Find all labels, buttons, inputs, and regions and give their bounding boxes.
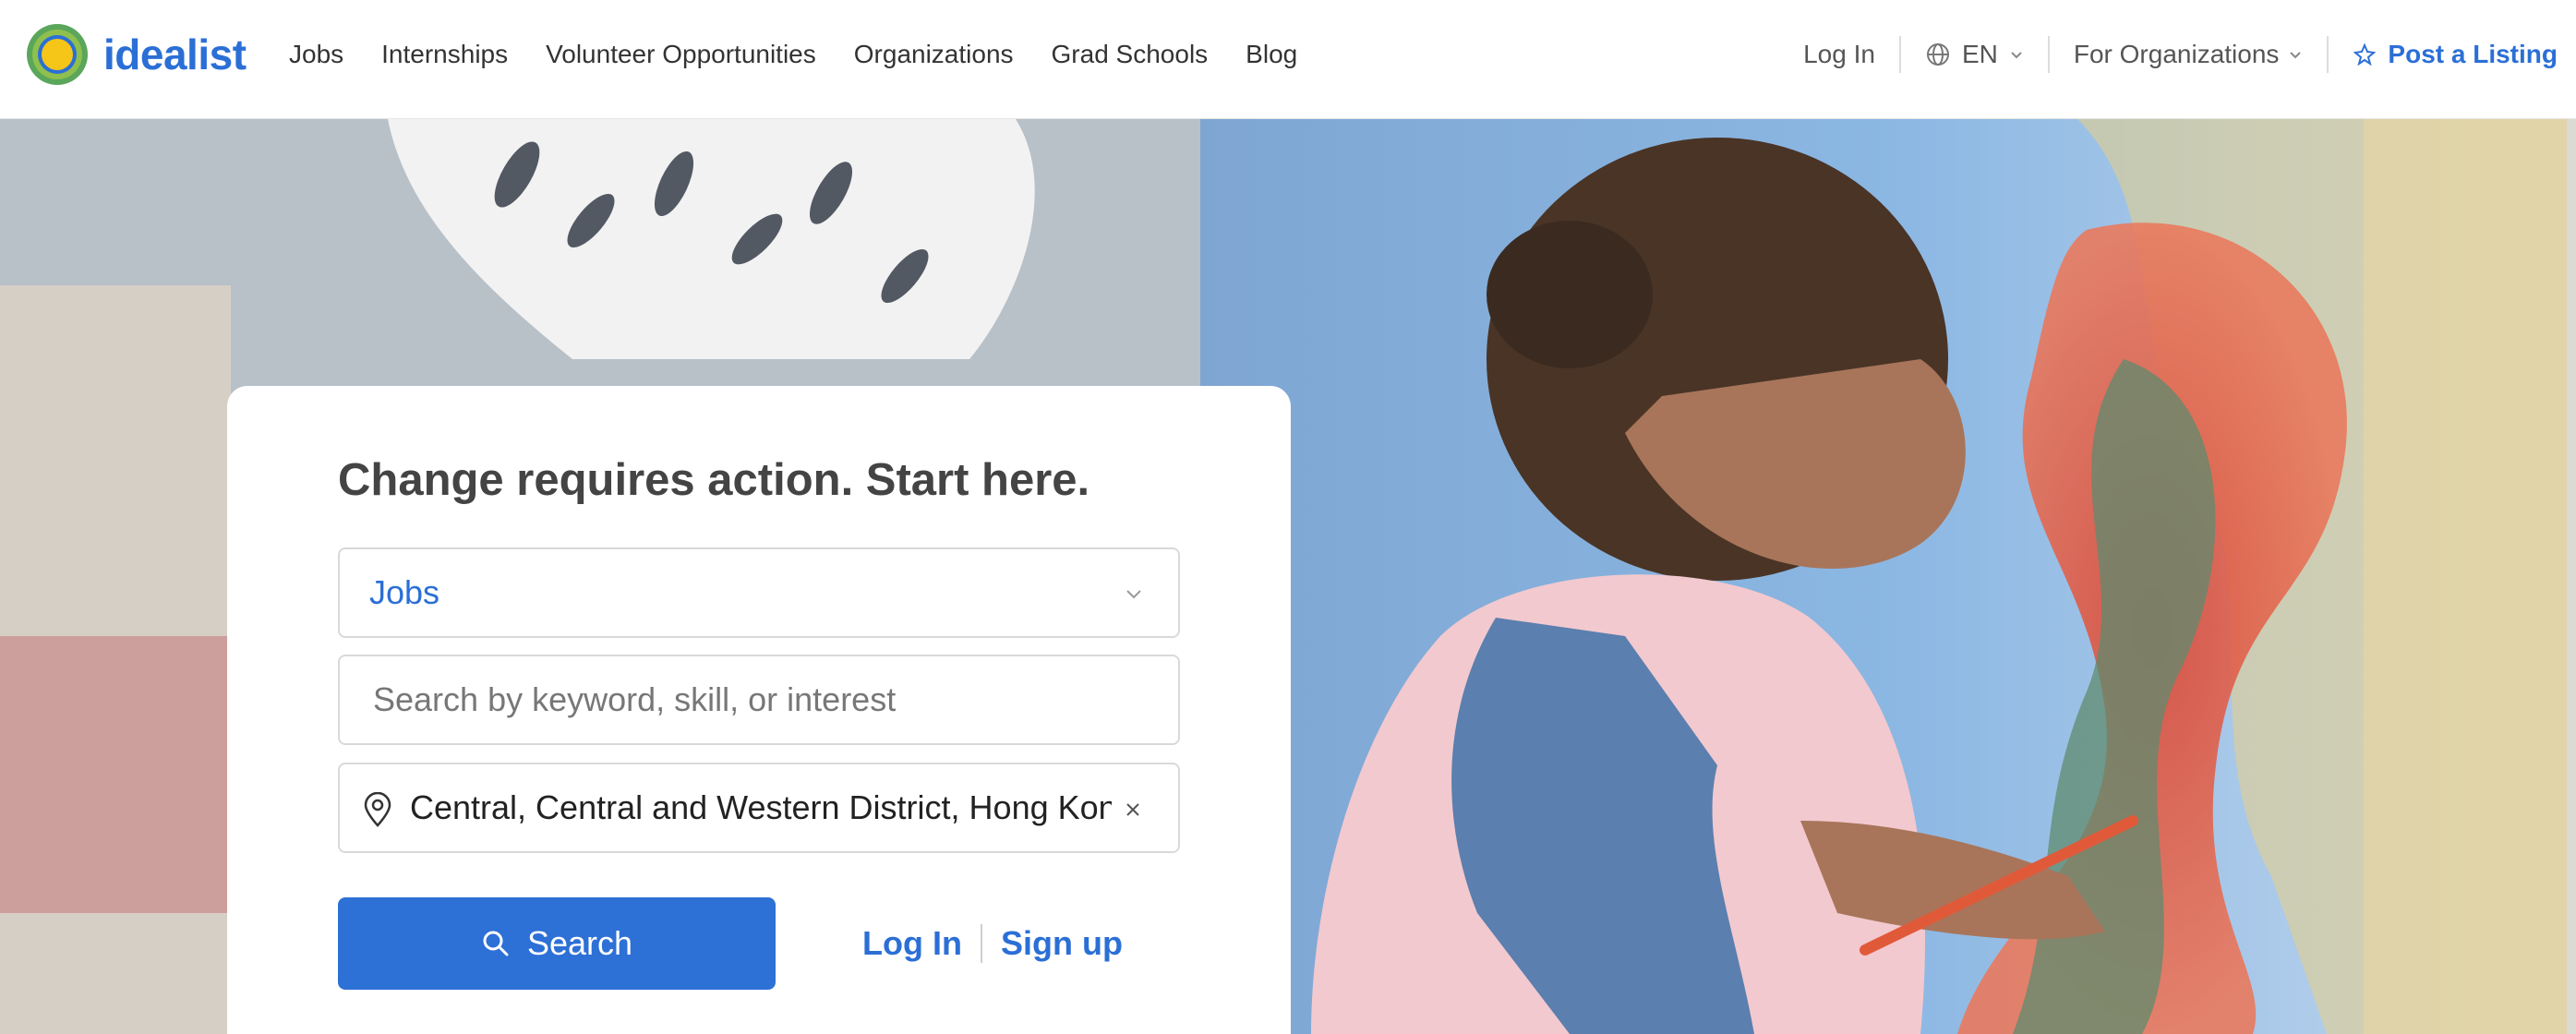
- nav-organizations[interactable]: Organizations: [854, 31, 1014, 78]
- for-organizations-label: For Organizations: [2073, 40, 2280, 68]
- hero-section: Change requires action. Start here. Jobs: [0, 119, 2576, 1034]
- location-input[interactable]: [410, 764, 1112, 851]
- search-button-label: Search: [526, 924, 633, 962]
- listing-type-value: Jobs: [369, 573, 440, 611]
- post-listing-label: Post a Listing: [2388, 40, 2558, 68]
- divider: [2327, 36, 2329, 73]
- post-listing-link[interactable]: Post a Listing: [2353, 40, 2558, 69]
- auth-links: Log In Sign up: [862, 897, 1123, 990]
- chevron-down-icon: [2290, 52, 2302, 59]
- divider: [2047, 36, 2050, 73]
- language-selector[interactable]: EN: [1925, 40, 2024, 69]
- keyword-search-input[interactable]: [340, 656, 1178, 743]
- nav-blog[interactable]: Blog: [1246, 31, 1297, 78]
- signup-link[interactable]: Sign up: [1001, 924, 1123, 963]
- header-login-link[interactable]: Log In: [1803, 40, 1875, 69]
- keyword-field: [338, 655, 1180, 745]
- nav-internships[interactable]: Internships: [381, 31, 508, 78]
- site-header: idealist Jobs Internships Volunteer Oppo…: [0, 0, 2576, 119]
- chevron-down-icon: [1126, 590, 1141, 599]
- logo-text: idealist: [103, 30, 247, 78]
- post-icon: [2353, 42, 2377, 66]
- location-pin-icon: [364, 792, 391, 827]
- for-organizations-menu[interactable]: For Organizations: [2074, 40, 2304, 69]
- logo[interactable]: idealist: [24, 20, 247, 89]
- chevron-down-icon: [2011, 52, 2022, 59]
- search-card: Change requires action. Start here. Jobs: [227, 386, 1291, 1034]
- idealist-logo-icon: [27, 24, 88, 85]
- login-link[interactable]: Log In: [862, 924, 962, 963]
- search-card-title: Change requires action. Start here.: [338, 455, 1090, 505]
- nav-grad-schools[interactable]: Grad Schools: [1052, 31, 1209, 78]
- location-field: [338, 763, 1180, 853]
- clear-icon[interactable]: [1125, 801, 1141, 818]
- nav-volunteer-opportunities[interactable]: Volunteer Opportunities: [546, 31, 816, 78]
- nav-jobs[interactable]: Jobs: [289, 31, 343, 78]
- listing-type-select[interactable]: Jobs: [338, 547, 1180, 638]
- main-nav: Jobs Internships Volunteer Opportunities…: [289, 31, 1297, 78]
- header-actions: Log In EN For Organizations Post a Listi…: [1803, 31, 2558, 78]
- search-icon: [483, 931, 509, 956]
- search-button[interactable]: Search: [338, 897, 776, 990]
- divider: [1898, 36, 1901, 73]
- globe-icon: [1926, 43, 1949, 66]
- divider: [980, 924, 982, 963]
- language-label: EN: [1961, 40, 1998, 68]
